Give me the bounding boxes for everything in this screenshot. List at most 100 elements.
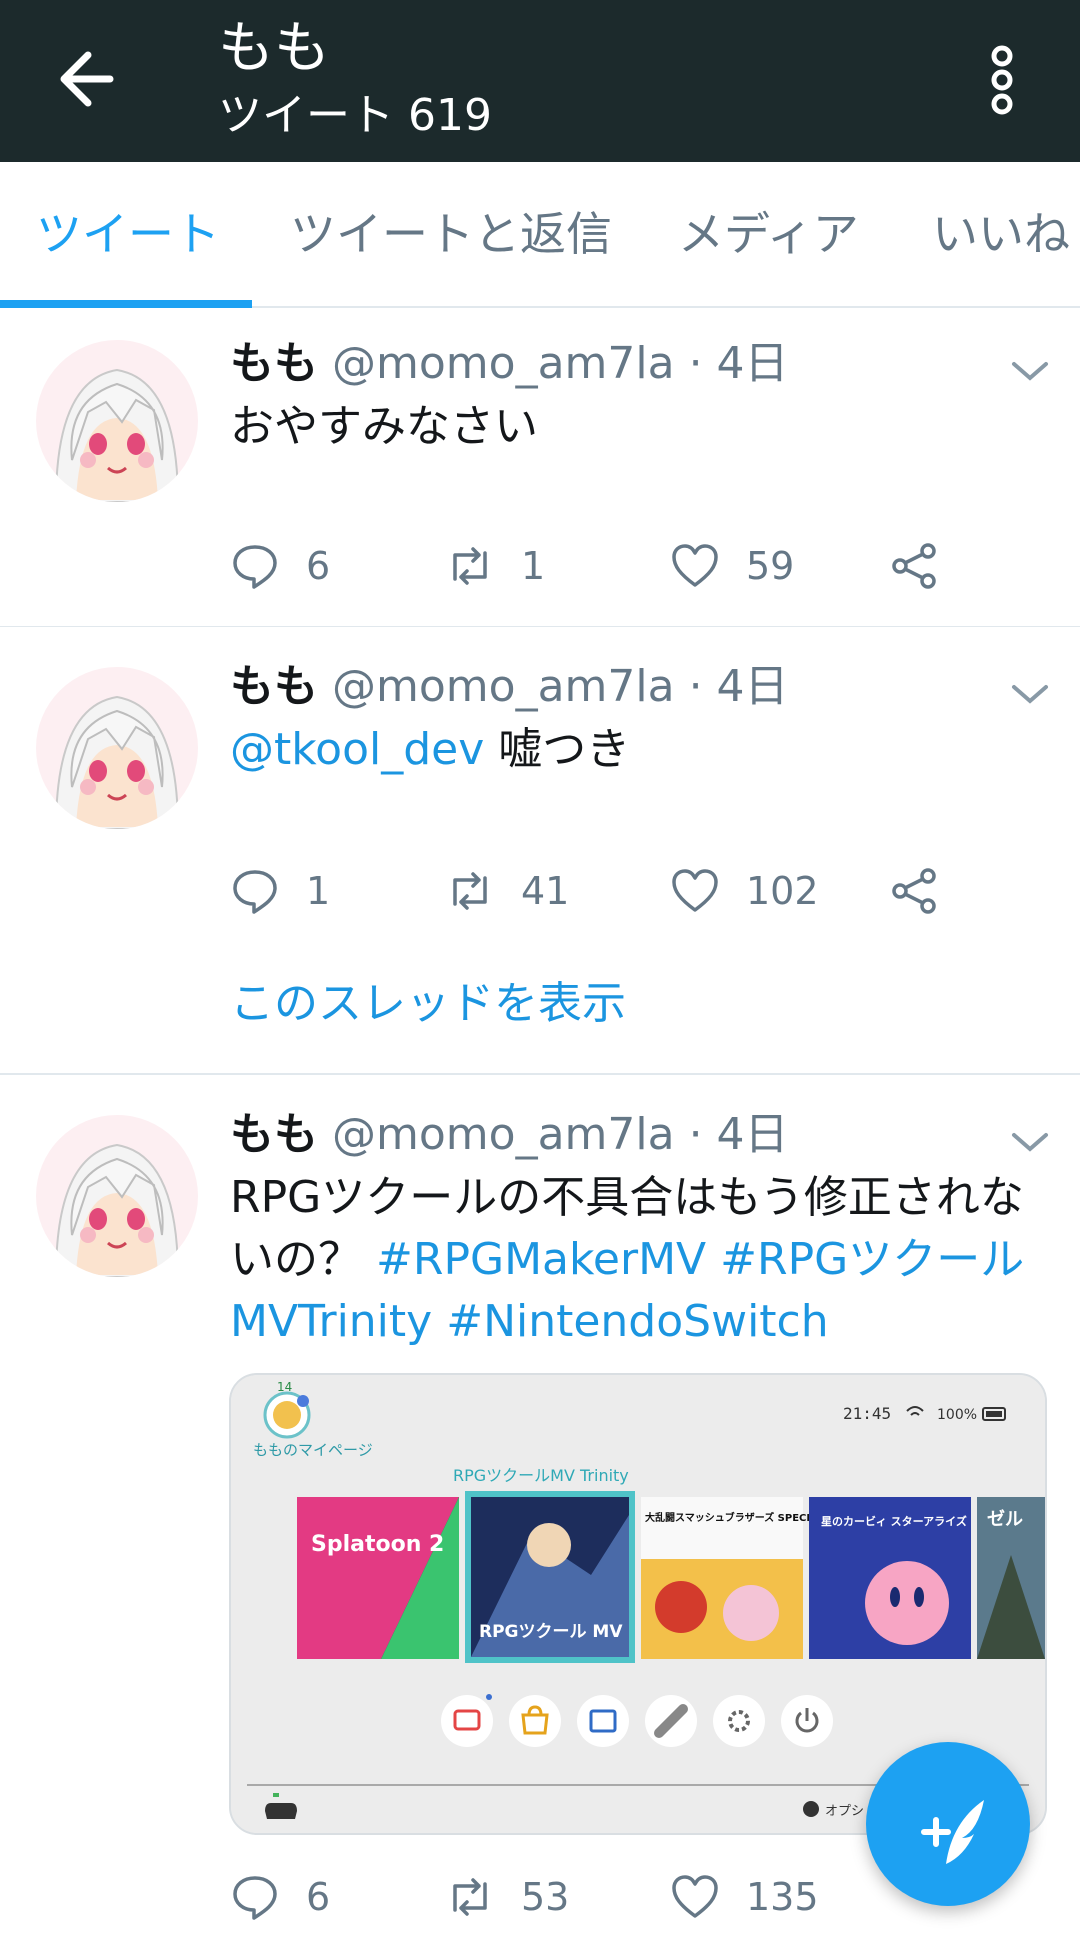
retweet-icon (453, 547, 487, 585)
reply-icon (233, 1876, 277, 1920)
retweet-icon (453, 872, 487, 910)
like-button[interactable]: 59 (670, 536, 794, 596)
tweet-text: RPGツクールの不具合はもう修正されないの？ #RPGMakerMV #RPGツ… (230, 1172, 1025, 1347)
game-tile-kirby: 星のカービィ スターアライズ (809, 1497, 971, 1659)
author-name[interactable]: もも (230, 1109, 318, 1160)
heart-icon (672, 1875, 718, 1918)
author-name[interactable]: もも (230, 661, 318, 712)
active-tab-indicator (0, 300, 252, 308)
app-bar: もも ツイート 619 (0, 0, 1080, 162)
author-handle[interactable]: @momo_am7la (332, 1109, 675, 1160)
retweet-button[interactable]: 53 (445, 1867, 569, 1927)
svg-text:大乱闘スマッシュブラザーズ SPECIAL: 大乱闘スマッシュブラザーズ SPECIAL (645, 1511, 825, 1524)
tweet-header: もも @momo_am7la · 4日 (230, 657, 789, 717)
news-icon (441, 1695, 493, 1747)
tweet-item[interactable]: もも @momo_am7la · 4日 @tkool_dev 嘘つき 1 41 … (0, 627, 1080, 1075)
notification-dot-icon (297, 1395, 309, 1407)
author-handle[interactable]: @momo_am7la (332, 661, 675, 712)
hashtag-link[interactable]: #NintendoSwitch (446, 1296, 828, 1347)
tweet-count: ツイート 619 (218, 90, 492, 141)
tweet-text: おやすみなさい (230, 401, 538, 452)
like-count: 59 (746, 544, 795, 588)
compose-feather-icon (921, 1800, 984, 1864)
retweet-icon (453, 1878, 487, 1916)
svg-text:RPGツクール MV: RPGツクール MV (479, 1622, 623, 1642)
retweet-button[interactable]: 1 (445, 536, 545, 596)
retweet-count: 1 (521, 544, 546, 588)
reply-button[interactable]: 6 (230, 1867, 330, 1927)
like-button[interactable]: 135 (670, 1867, 819, 1927)
eshop-icon (509, 1695, 561, 1747)
avatar[interactable] (36, 340, 198, 502)
system-settings-icon (713, 1695, 765, 1747)
share-icon (892, 543, 936, 589)
handheld-indicator-icon (273, 1793, 279, 1797)
svg-text:ゼル: ゼル (987, 1508, 1023, 1530)
svg-text:星のカービィ スターアライズ: 星のカービィ スターアライズ (821, 1514, 967, 1528)
battery-text: 100% (937, 1407, 977, 1423)
handheld-controller-icon (265, 1803, 297, 1819)
tab-likes[interactable]: いいね (932, 162, 1070, 306)
tweet-actions: 1 41 102 (230, 861, 1050, 921)
tweet-text: @tkool_dev 嘘つき (230, 724, 631, 775)
profile-label: もものマイページ (253, 1441, 373, 1459)
like-count: 102 (746, 869, 819, 913)
game-tile-splatoon: Splatoon 2 (297, 1497, 459, 1659)
options-label: オプシ (825, 1804, 864, 1819)
reply-count: 1 (306, 869, 331, 913)
tweet-time: · 4日 (688, 1109, 789, 1160)
more-options-icon[interactable] (980, 44, 1024, 116)
retweet-count: 53 (521, 1875, 570, 1919)
show-thread-link[interactable]: このスレッドを表示 (230, 967, 626, 1031)
heart-icon (672, 869, 718, 912)
chevron-down-icon[interactable] (1008, 679, 1052, 709)
clock-text: 21:45 (843, 1404, 891, 1423)
retweet-button[interactable]: 41 (445, 861, 569, 921)
tab-tweets-and-replies[interactable]: ツイートと返信 (290, 162, 612, 306)
page-indicator (486, 1694, 492, 1700)
share-icon (892, 868, 936, 914)
reply-count: 6 (306, 1875, 331, 1919)
game-tile-smash-bros: 大乱闘スマッシュブラザーズ SPECIAL (641, 1497, 825, 1659)
like-button[interactable]: 102 (670, 861, 819, 921)
chevron-down-icon[interactable] (1008, 356, 1052, 386)
tab-media[interactable]: メディア (678, 162, 859, 306)
selected-game-title: RPGツクールMV Trinity (453, 1466, 629, 1485)
reply-count: 6 (306, 544, 331, 588)
retweet-count: 41 (521, 869, 570, 913)
heart-icon (672, 544, 718, 587)
tab-tweets[interactable]: ツイート (36, 162, 220, 306)
tweet-time: · 4日 (688, 661, 789, 712)
avatar[interactable] (36, 1115, 198, 1277)
profile-name-title: もも (218, 16, 330, 81)
tweet-item[interactable]: もも @momo_am7la · 4日 おやすみなさい 6 1 59 (0, 308, 1080, 628)
battery-level (986, 1411, 1002, 1417)
reply-button[interactable]: 1 (230, 861, 330, 921)
game-tile-rpg-maker-mv: RPGツクール MV (465, 1491, 635, 1663)
profile-character-icon (273, 1401, 301, 1429)
tweet-actions: 6 1 59 (230, 536, 1050, 596)
profile-tabs: ツイート ツイートと返信 メディア いいね (0, 162, 1080, 308)
hashtag-link[interactable]: #RPGMakerMV (376, 1234, 706, 1285)
profile-badge: 14 (277, 1380, 292, 1394)
compose-tweet-button[interactable] (866, 1742, 1030, 1906)
avatar[interactable] (36, 667, 198, 829)
reply-icon (233, 870, 277, 914)
like-count: 135 (746, 1875, 819, 1919)
svg-text:Splatoon 2: Splatoon 2 (311, 1532, 444, 1557)
game-tile-zelda: ゼル (977, 1497, 1045, 1659)
author-handle[interactable]: @momo_am7la (332, 338, 675, 389)
plus-button-icon (803, 1801, 819, 1817)
tweet-header: もも @momo_am7la · 4日 (230, 1105, 789, 1165)
tweet-header: もも @momo_am7la · 4日 (230, 334, 789, 394)
mention-link[interactable]: @tkool_dev (230, 724, 484, 775)
author-name[interactable]: もも (230, 338, 318, 389)
share-button[interactable] (890, 536, 940, 596)
reply-icon (233, 545, 277, 589)
share-button[interactable] (890, 861, 940, 921)
back-arrow-icon[interactable] (52, 44, 132, 114)
album-icon (577, 1695, 629, 1747)
tweet-time: · 4日 (688, 338, 789, 389)
reply-button[interactable]: 6 (230, 536, 330, 596)
chevron-down-icon[interactable] (1008, 1127, 1052, 1157)
